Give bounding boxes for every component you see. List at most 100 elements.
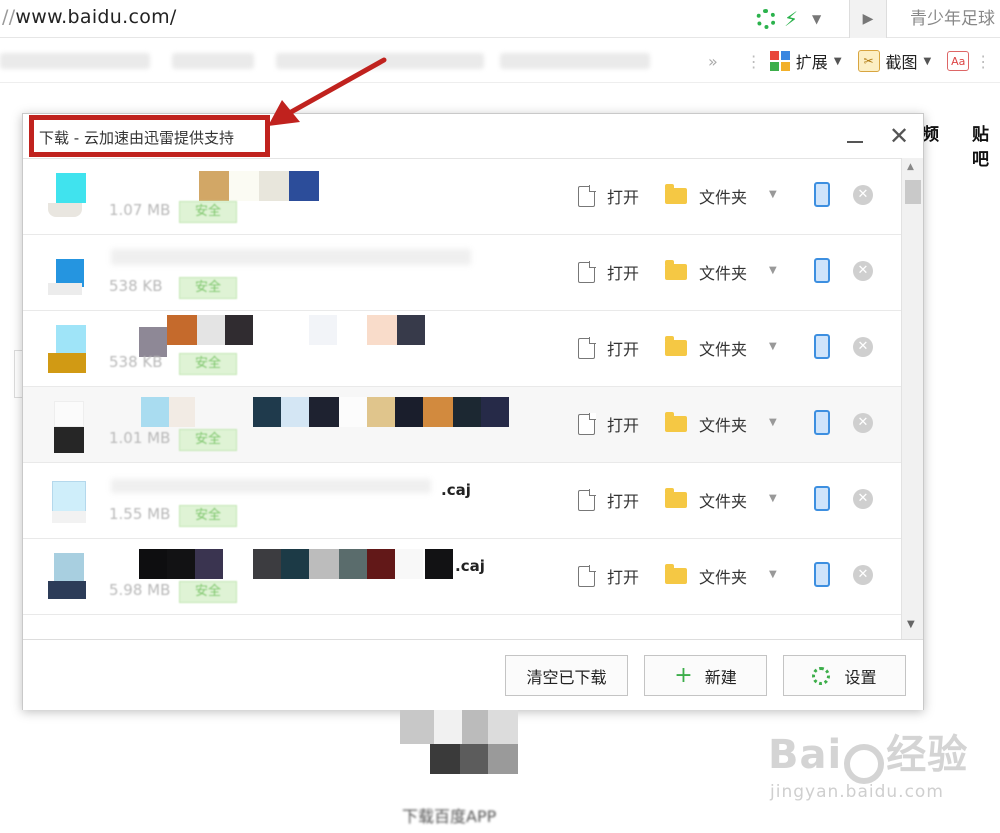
clear-downloaded-button[interactable]: 清空已下载 [505, 655, 628, 696]
settings-button[interactable]: 设置 [783, 655, 906, 696]
send-to-phone-icon[interactable] [814, 182, 830, 207]
file-thumbnail [48, 553, 86, 599]
more-favorites-icon[interactable]: » [708, 52, 718, 71]
address-bar-icons: ⚡ ▼ [756, 6, 821, 32]
send-to-phone-icon[interactable] [814, 562, 830, 587]
file-size: 1.07 MB [109, 201, 171, 219]
go-button[interactable]: ▶ [849, 0, 887, 38]
open-button[interactable]: 打开 [578, 409, 639, 439]
send-to-phone-icon[interactable] [814, 410, 830, 435]
file-size: 5.98 MB [109, 581, 171, 599]
chevron-down-icon[interactable]: ▼ [834, 56, 842, 67]
favorites-bar: » ⋮ 扩展 ▼ ✂ 截图 ▼ Aa ⋮ [0, 39, 1000, 83]
new-download-button[interactable]: + 新建 [644, 655, 767, 696]
file-name-redacted [111, 315, 511, 357]
remove-icon[interactable]: ✕ [853, 413, 873, 433]
page-nav-tieba[interactable]: 贴吧 [972, 120, 1000, 170]
file-icon [578, 564, 596, 587]
file-thumbnail [48, 477, 86, 523]
open-folder-button[interactable]: 文件夹 [665, 485, 747, 515]
divider: ⋮ [975, 51, 992, 71]
dialog-footer: 清空已下载 + 新建 设置 [23, 639, 923, 710]
screenshot-label[interactable]: 截图 [886, 49, 918, 73]
download-row[interactable]: .caj 1.55 MB 安全 打开 文件夹 ▼ ✕ [23, 463, 901, 539]
open-folder-button[interactable]: 文件夹 [665, 181, 747, 211]
close-button[interactable]: ✕ [885, 122, 913, 150]
file-extension: .caj [441, 481, 471, 499]
chevron-down-icon[interactable]: ▼ [769, 493, 777, 504]
scrollbar-thumb[interactable] [905, 180, 921, 204]
chevron-down-icon[interactable]: ▼ [769, 417, 777, 428]
file-icon [578, 336, 596, 359]
chevron-down-icon[interactable]: ▼ [769, 341, 777, 352]
open-button[interactable]: 打开 [578, 485, 639, 515]
open-button[interactable]: 打开 [578, 333, 639, 363]
lightning-icon[interactable]: ⚡ [784, 9, 798, 29]
url-field[interactable]: //www.baidu.com/ [2, 6, 177, 28]
scroll-up-icon[interactable]: ▲ [907, 162, 914, 172]
send-to-phone-icon[interactable] [814, 334, 830, 359]
minimize-button[interactable] [847, 141, 863, 143]
remove-icon[interactable]: ✕ [853, 337, 873, 357]
gear-icon [812, 666, 831, 685]
safe-badge: 安全 [179, 201, 237, 223]
watermark-logo-left: Bai [768, 732, 843, 778]
download-list: 1.07 MB 安全 打开 文件夹 ▼ ✕ 538 KB 安全 打开 文件夹 ▼… [23, 158, 901, 639]
open-folder-button[interactable]: 文件夹 [665, 333, 747, 363]
download-row[interactable]: 1.01 MB 安全 打开 文件夹 ▼ ✕ [23, 387, 901, 463]
open-button[interactable]: 打开 [578, 181, 639, 211]
file-name-redacted [111, 549, 511, 585]
send-to-phone-icon[interactable] [814, 258, 830, 283]
favorite-item[interactable] [0, 53, 150, 69]
plus-icon: + [674, 662, 693, 688]
screenshot-icon[interactable]: ✂ [857, 50, 880, 72]
folder-icon [665, 184, 687, 204]
download-row[interactable]: 538 KB 安全 打开 文件夹 ▼ ✕ [23, 311, 901, 387]
safe-badge: 安全 [179, 277, 237, 299]
remove-icon[interactable]: ✕ [853, 185, 873, 205]
watermark-logo-right: 经验 [886, 732, 969, 778]
favorites-toolbar: » ⋮ 扩展 ▼ ✂ 截图 ▼ Aa ⋮ [708, 47, 999, 75]
download-row[interactable]: 538 KB 安全 打开 文件夹 ▼ ✕ [23, 235, 901, 311]
extensions-icon[interactable] [769, 51, 790, 71]
favorite-item[interactable] [172, 53, 254, 69]
file-name-redacted [111, 397, 511, 433]
paw-icon [844, 743, 885, 784]
remove-icon[interactable]: ✕ [853, 489, 873, 509]
download-app-caption[interactable]: 下载百度APP [402, 803, 496, 827]
remove-icon[interactable]: ✕ [853, 565, 873, 585]
download-row[interactable]: 1.07 MB 安全 打开 文件夹 ▼ ✕ [23, 159, 901, 235]
remove-icon[interactable]: ✕ [853, 261, 873, 281]
chevron-down-icon[interactable]: ▼ [769, 569, 777, 580]
open-folder-button[interactable]: 文件夹 [665, 561, 747, 591]
folder-icon [665, 412, 687, 432]
scroll-down-icon[interactable]: ▼ [907, 619, 915, 630]
file-size: 538 KB [109, 277, 163, 295]
page-edge [14, 350, 22, 398]
open-folder-button[interactable]: 文件夹 [665, 409, 747, 439]
title-annotation-box [29, 115, 270, 157]
open-folder-button[interactable]: 文件夹 [665, 257, 747, 287]
open-button[interactable]: 打开 [578, 257, 639, 287]
chevron-down-icon[interactable]: ▼ [812, 12, 821, 26]
safe-badge: 安全 [179, 581, 237, 603]
watermark-url: jingyan.baidu.com [770, 782, 944, 802]
page-nav-video[interactable]: 频 [922, 120, 939, 145]
search-input[interactable]: 青少年足球 [898, 4, 1000, 34]
extensions-label[interactable]: 扩展 [796, 49, 828, 73]
annotation-arrow [268, 57, 387, 126]
download-row[interactable]: .caj 5.98 MB 安全 打开 文件夹 ▼ ✕ [23, 539, 901, 615]
translate-icon[interactable]: Aa [947, 51, 970, 71]
scrollbar[interactable]: ▲ ▼ [901, 158, 923, 639]
divider: ⋮ [745, 51, 762, 71]
folder-icon [665, 488, 687, 508]
chevron-down-icon[interactable]: ▼ [924, 56, 932, 67]
safe-badge: 安全 [179, 505, 237, 527]
send-to-phone-icon[interactable] [814, 486, 830, 511]
open-button[interactable]: 打开 [578, 561, 639, 591]
chevron-down-icon[interactable]: ▼ [769, 265, 777, 276]
accelerate-icon[interactable] [756, 9, 776, 29]
chevron-down-icon[interactable]: ▼ [769, 189, 777, 200]
file-size: 538 KB [109, 353, 163, 371]
favorite-item[interactable] [500, 53, 650, 69]
